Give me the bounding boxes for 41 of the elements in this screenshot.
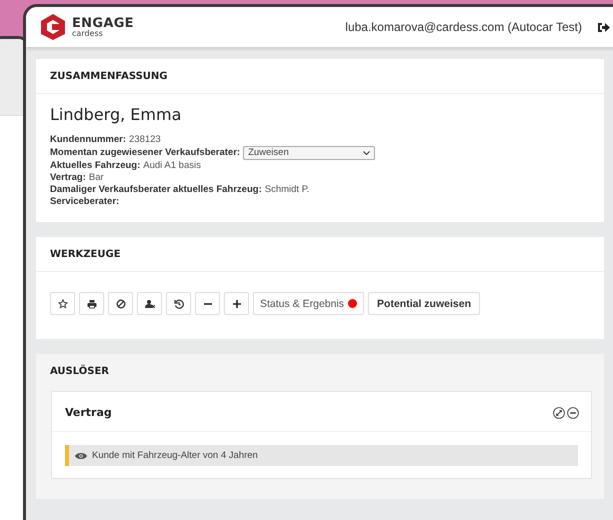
star-icon [58, 298, 68, 308]
plus-button[interactable] [224, 292, 249, 315]
user-x-button[interactable] [137, 292, 162, 315]
eye-icon [75, 452, 87, 460]
ban-button[interactable] [108, 292, 133, 315]
field-label: Aktuelles Fahrzeug: [50, 160, 140, 172]
field-label: Kundennummer: [50, 134, 126, 146]
customer-name: Lindberg, Emma [50, 105, 182, 124]
print-button[interactable] [79, 292, 104, 315]
minus-button[interactable] [195, 292, 220, 315]
print-icon [86, 298, 96, 308]
caret-icon [363, 150, 370, 156]
field-value: Schmidt P. [264, 184, 310, 196]
logout-icon[interactable] [598, 22, 610, 32]
plus-icon [232, 298, 242, 308]
field-value: 238123 [129, 134, 161, 146]
history-icon [174, 298, 184, 308]
field-label: Vertrag: [50, 172, 86, 184]
status-button[interactable]: Status & Ergebnis [253, 292, 364, 315]
ban-icon [116, 298, 126, 308]
field-value: Audi A1 basis [143, 160, 201, 172]
user-account: luba.komarova@cardess.com (Autocar Test) [345, 20, 582, 34]
trigger-text: Kunde mit Fahrzeug-Alter von 4 Jahren [92, 450, 258, 461]
section-title: WERKZEUGE [36, 237, 604, 272]
field-label: Damaliger Verkaufsberater aktuelles Fahrzeug: [50, 184, 262, 196]
history-button[interactable] [166, 292, 191, 315]
logo-icon [40, 13, 66, 41]
logo-name: ENGAGE [72, 16, 134, 30]
field-label: Serviceberater: [50, 196, 120, 208]
collapse-icon[interactable] [567, 406, 579, 418]
star-button[interactable] [50, 292, 75, 315]
section-title: AUSLÖSER [49, 364, 110, 379]
field-value: Bar [88, 172, 104, 184]
section-title: ZUSAMMENFASSUNG [36, 59, 604, 94]
logo-brand: cardess [72, 30, 104, 38]
panel-title: Vertrag [65, 406, 112, 419]
assign-potential-button[interactable]: Potential zuweisen [368, 292, 480, 315]
user-x-icon [144, 298, 154, 308]
field-label: Momentan zugewiesener Verkaufsberater: [50, 147, 240, 159]
advisor-select[interactable]: Zuweisen [243, 146, 376, 160]
expand-icon[interactable] [553, 406, 565, 418]
